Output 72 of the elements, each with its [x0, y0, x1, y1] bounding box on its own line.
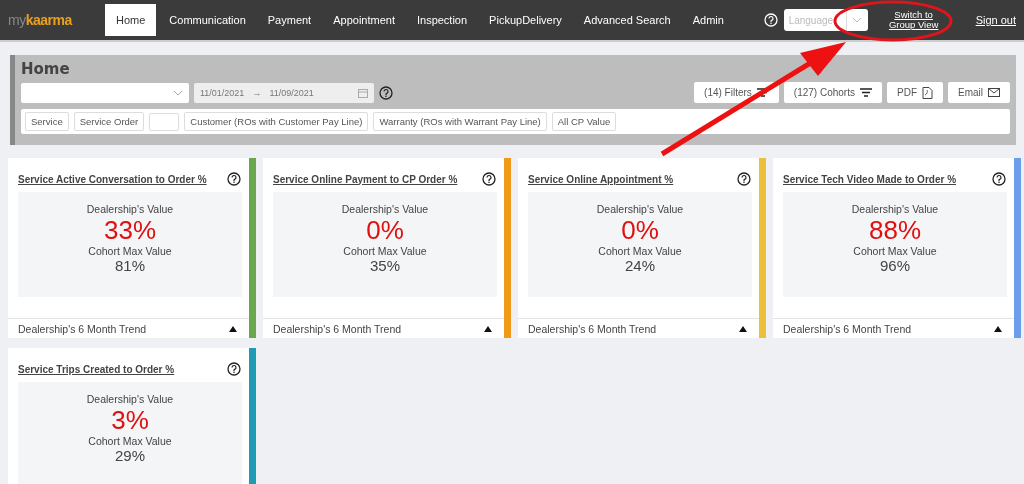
metric-title-link[interactable]: Service Active Conversation to Order %	[18, 173, 207, 185]
cohort-max-value: 96%	[880, 257, 910, 274]
toolbar-button[interactable]: PDF	[887, 82, 943, 103]
metric-title-link[interactable]: Service Trips Created to Order %	[18, 363, 175, 375]
nav-tab[interactable]: Inspection	[405, 4, 479, 36]
dealership-value: 0%	[621, 215, 659, 245]
chevron-icon	[173, 89, 183, 96]
triangle-up-icon	[739, 325, 747, 332]
metric-title-link[interactable]: Service Tech Video Made to Order %	[783, 173, 957, 185]
language-field[interactable]: Language	[783, 9, 846, 31]
value-label: Dealership's Value	[341, 203, 429, 215]
value-label: Cohort Max Value	[598, 245, 682, 257]
value-label: Cohort Max Value	[343, 245, 427, 257]
nav-tab[interactable]: PickupDelivery	[478, 4, 573, 36]
help-icon	[737, 172, 751, 186]
nav-tab[interactable]: Payment	[256, 4, 323, 36]
value-label: Dealership's Value	[86, 203, 174, 215]
date-range-field[interactable]: 11/01/2021 → 11/09/2021	[194, 82, 374, 103]
arrow-text: →	[252, 87, 262, 98]
start-date: 11/01/2021	[200, 87, 245, 98]
end-date: 11/09/2021	[269, 87, 314, 98]
logo: mykaarma	[8, 12, 74, 28]
segment-chip[interactable]: Service	[25, 112, 69, 131]
dealership-value: 0%	[366, 215, 404, 245]
trend-toggle[interactable]: Dealership's 6 Month Trend	[518, 318, 759, 338]
nav-tab[interactable]: Appointment	[322, 4, 406, 36]
value-label: Dealership's Value	[851, 203, 939, 215]
envelope-icon	[988, 86, 1000, 99]
cohort-max-value: 81%	[115, 257, 145, 274]
trend-toggle[interactable]: Dealership's 6 Month Trend	[773, 318, 1014, 338]
value-label: Cohort Max Value	[853, 245, 937, 257]
sign-out-link[interactable]: Sign out	[975, 14, 1016, 26]
cohort-max-value: 29%	[115, 447, 145, 464]
help-icon	[227, 362, 241, 376]
calendar-icon	[358, 87, 368, 98]
trend-toggle[interactable]: Dealership's 6 Month Trend	[263, 318, 504, 338]
nav-tab[interactable]: Advanced Search	[572, 4, 682, 36]
blank-chip[interactable]	[149, 112, 180, 131]
dropdown-field[interactable]	[21, 82, 189, 103]
dealership-value: 3%	[111, 405, 149, 435]
filter-icon	[860, 88, 872, 97]
toolbar-button[interactable]: Email	[948, 82, 1010, 103]
help-icon	[763, 13, 778, 27]
metric-title-link[interactable]: Service Online Appointment %	[528, 173, 674, 185]
triangle-up-icon	[229, 325, 237, 332]
nav-tab[interactable]: Communication	[158, 4, 257, 36]
segment-chip[interactable]: Customer (ROs with Customer Pay Line)	[184, 112, 369, 131]
cohort-max-value: 35%	[370, 257, 400, 274]
segment-chip[interactable]: Warranty (ROs with Warrant Pay Line)	[373, 112, 547, 131]
chevron-icon	[852, 17, 863, 23]
dealership-value: 33%	[103, 215, 156, 245]
segment-chip[interactable]: All CP Value	[551, 112, 617, 131]
value-label: Cohort Max Value	[88, 245, 172, 257]
help-icon	[992, 172, 1006, 186]
value-label: Dealership's Value	[86, 393, 174, 405]
triangle-up-icon	[484, 325, 492, 332]
dealership-value: 88%	[868, 215, 921, 245]
page-title: Home	[21, 60, 71, 80]
help-icon	[482, 172, 496, 186]
triangle-up-icon	[994, 325, 1002, 332]
metric-title-link[interactable]: Service Online Payment to CP Order %	[273, 173, 458, 185]
value-label: Cohort Max Value	[88, 435, 172, 447]
nav-tab[interactable]: Admin	[681, 4, 735, 36]
help-icon	[227, 172, 241, 186]
help-icon	[379, 85, 393, 100]
toolbar-button[interactable]: (127) Cohorts	[783, 82, 882, 103]
segment-chip[interactable]: Service Order	[73, 112, 145, 131]
document-icon	[922, 86, 933, 99]
nav-tab[interactable]: Home	[105, 4, 157, 36]
trend-toggle[interactable]: Dealership's 6 Month Trend	[8, 318, 249, 338]
cohort-max-value: 24%	[625, 257, 655, 274]
value-label: Dealership's Value	[596, 203, 684, 215]
